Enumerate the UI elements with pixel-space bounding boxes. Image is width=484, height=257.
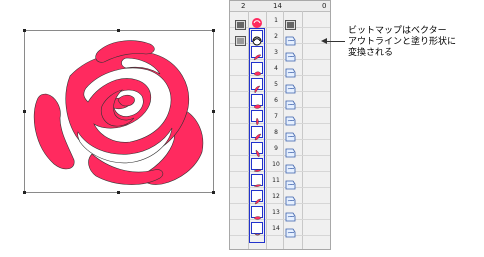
object-number: 8	[274, 129, 278, 136]
object-number: 12	[272, 193, 280, 200]
handle-tc[interactable]	[117, 29, 120, 32]
object-number: 5	[274, 81, 278, 88]
object-number: 10	[272, 161, 280, 168]
object-row[interactable]: 4	[230, 61, 330, 78]
annotation-text: ビットマップはベクター アウトラインと塗り形状に 変換される	[348, 26, 483, 59]
object-row[interactable]: 1	[230, 13, 330, 30]
embroidery-object-icon[interactable]	[285, 127, 296, 142]
object-row[interactable]: 14	[230, 221, 330, 238]
object-row[interactable]: 8	[230, 125, 330, 142]
object-row[interactable]: 3	[230, 45, 330, 62]
object-number: 14	[272, 225, 280, 232]
annotation-line-2: アウトラインと塗り形状に	[348, 37, 457, 47]
embroidery-object-icon[interactable]	[285, 191, 296, 206]
object-list-panel: 2 14 0 1 2 3 4 5 6 7 8 9 10 11 12 13 14	[229, 0, 331, 250]
bitmap-icon[interactable]	[235, 31, 246, 46]
object-number: 9	[274, 145, 278, 152]
embroidery-object-icon[interactable]	[285, 63, 296, 78]
object-row[interactable]: 2	[230, 29, 330, 46]
object-row[interactable]: 5	[230, 77, 330, 94]
object-row[interactable]: 6	[230, 93, 330, 110]
embroidery-object-icon[interactable]	[285, 95, 296, 110]
object-number: 6	[274, 97, 278, 104]
annotation-pointer	[326, 41, 345, 42]
header-col-3: 0	[322, 2, 327, 10]
annotation-line-3: 変換される	[348, 48, 394, 58]
embroidery-object-icon[interactable]	[285, 143, 296, 158]
header-col-1: 2	[241, 2, 246, 10]
object-number: 13	[272, 209, 280, 216]
object-number: 7	[274, 113, 278, 120]
embroidery-object-icon[interactable]	[285, 15, 296, 30]
object-row[interactable]: 11	[230, 173, 330, 190]
embroidery-object-icon[interactable]	[285, 79, 296, 94]
object-row[interactable]: 9	[230, 141, 330, 158]
object-number: 11	[272, 177, 280, 184]
embroidery-object-icon[interactable]	[285, 223, 296, 238]
panel-header: 2 14 0	[230, 1, 330, 12]
object-row[interactable]: 13	[230, 205, 330, 222]
rose-icon[interactable]	[251, 14, 263, 28]
object-number: 2	[274, 33, 278, 40]
handle-bl[interactable]	[23, 191, 26, 194]
handle-tr[interactable]	[212, 29, 215, 32]
object-number: 3	[274, 49, 278, 56]
annotation-line-1: ビットマップはベクター	[348, 26, 447, 36]
object-row[interactable]: 12	[230, 189, 330, 206]
handle-ml[interactable]	[23, 110, 26, 113]
embroidery-object-icon[interactable]	[285, 111, 296, 126]
handle-bc[interactable]	[117, 191, 120, 194]
object-number: 4	[274, 65, 278, 72]
object-number: 1	[274, 17, 278, 24]
object-row[interactable]: 7	[230, 109, 330, 126]
embroidery-object-icon[interactable]	[285, 159, 296, 174]
handle-tl[interactable]	[23, 29, 26, 32]
bitmap-icon[interactable]	[235, 15, 246, 30]
embroidery-object-icon[interactable]	[285, 31, 296, 46]
object-row[interactable]: 10	[230, 157, 330, 174]
header-col-2: 14	[273, 2, 282, 10]
handle-br[interactable]	[212, 191, 215, 194]
embroidery-object-icon[interactable]	[285, 175, 296, 190]
embroidery-object-icon[interactable]	[285, 47, 296, 62]
handle-mr[interactable]	[212, 110, 215, 113]
selection-highlight	[249, 28, 265, 243]
rose-artwork[interactable]	[30, 36, 208, 188]
embroidery-object-icon[interactable]	[285, 207, 296, 222]
